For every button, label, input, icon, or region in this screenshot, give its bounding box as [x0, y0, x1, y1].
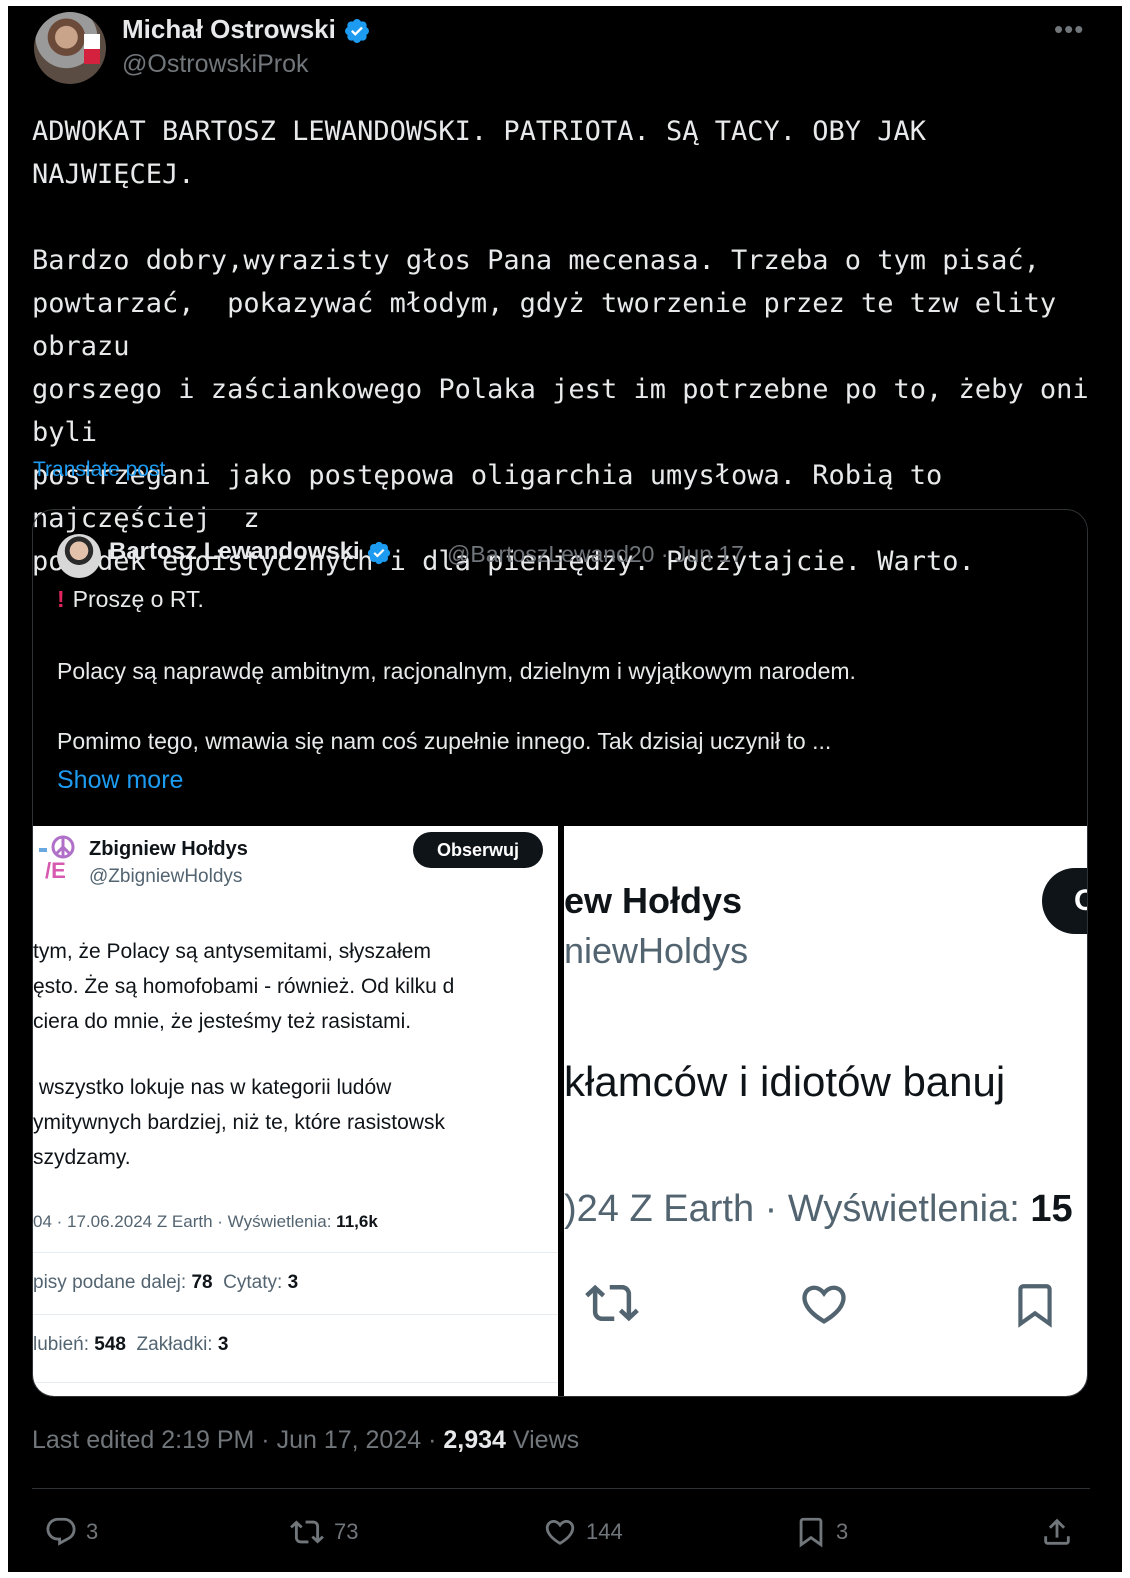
quoted-tweet-card[interactable]: Bartosz Lewandowski @BartoszLewand20 · J…	[32, 509, 1088, 1397]
bookmark-icon	[1018, 1284, 1052, 1328]
embedded-paragraph: tym, że Polacy są antysemitami, słyszałe…	[33, 940, 455, 1033]
quoted-text-line: ! Proszę o RT.	[57, 586, 204, 612]
show-more-link[interactable]: Show more	[57, 766, 183, 795]
like-button[interactable]: 144	[542, 1514, 623, 1550]
quoted-handle-date[interactable]: @BartoszLewand20 · Jun 17	[447, 541, 744, 568]
divider	[33, 1252, 558, 1253]
embedded-follow-button: Obserwuj	[413, 832, 543, 868]
embedded-follow-button: O	[1042, 868, 1087, 934]
exclamation-icon: !	[57, 586, 65, 612]
post-timestamp[interactable]: Last edited 2:19 PM · Jun 17, 2024 · 2,9…	[32, 1426, 579, 1455]
retweet-icon	[585, 1284, 639, 1322]
quoted-text-line: Polacy są naprawdę ambitnym, racjonalnym…	[57, 658, 856, 684]
heart-icon	[802, 1285, 846, 1324]
quoted-author-avatar[interactable]	[57, 534, 101, 578]
share-icon	[1044, 1518, 1070, 1545]
flag-icon	[84, 34, 100, 64]
author-handle[interactable]: @OstrowskiProk	[122, 50, 309, 79]
retweet-icon	[290, 1520, 324, 1544]
quoted-author-name-row[interactable]: Bartosz Lewandowski	[109, 538, 392, 566]
embedded-stats: lubień: 548 Zakładki: 3	[33, 1334, 229, 1355]
divider	[33, 1314, 558, 1315]
share-button[interactable]	[1040, 1514, 1074, 1550]
embedded-author-name: ew Hołdys	[564, 880, 743, 921]
peace-love-logo-icon: /E	[39, 835, 75, 880]
embedded-meta: )24 Z Earth · Wyświetlenia: 15	[564, 1188, 1073, 1230]
repost-button[interactable]: 73	[288, 1514, 358, 1550]
reply-button[interactable]: 3	[44, 1514, 98, 1550]
embedded-author-handle: @ZbigniewHoldys	[89, 866, 243, 887]
bookmark-count: 3	[836, 1519, 849, 1544]
embedded-stats: pisy podane dalej: 78 Cytaty: 3	[33, 1272, 299, 1293]
author-name-row[interactable]: Michał Ostrowski	[122, 14, 371, 45]
views-count: 2,934	[443, 1426, 506, 1454]
bookmark-icon	[799, 1517, 823, 1548]
embedded-meta: 04 · 17.06.2024 Z Earth · Wyświetlenia: …	[33, 1212, 378, 1231]
svg-text:/E: /E	[45, 858, 66, 880]
author-name[interactable]: Michał Ostrowski	[122, 14, 336, 44]
quoted-author-name[interactable]: Bartosz Lewandowski	[109, 538, 360, 565]
heart-icon	[545, 1519, 575, 1545]
more-options-icon[interactable]: •••	[1054, 14, 1084, 45]
repost-count: 73	[334, 1519, 359, 1544]
tweet-frame: Michał Ostrowski @OstrowskiProk ••• ADWO…	[8, 6, 1122, 1572]
embedded-author-name: Zbigniew Hołdys	[89, 838, 248, 860]
embedded-author-handle: niewHoldys	[564, 930, 749, 971]
reply-count: 3	[86, 1519, 99, 1544]
translate-post-link[interactable]: Translate post	[33, 458, 165, 482]
embedded-paragraph: kłamców i idiotów banuj	[564, 1058, 1006, 1105]
reply-icon	[46, 1517, 76, 1546]
quoted-text-line: Pomimo tego, wmawia się nam coś zupełnie…	[57, 728, 832, 754]
verified-badge-icon	[368, 541, 391, 564]
bookmark-button[interactable]: 3	[794, 1514, 848, 1550]
author-avatar[interactable]	[34, 12, 106, 84]
like-count: 144	[586, 1519, 623, 1544]
attached-image-right[interactable]: ew Hołdys niewHoldys O kłamców i idiotów…	[564, 826, 1087, 1396]
verified-badge-icon	[345, 19, 370, 44]
embedded-paragraph: wszystko lokuje nas w kategorii ludów ym…	[33, 1076, 445, 1169]
divider	[33, 1382, 558, 1383]
divider	[32, 1488, 1090, 1489]
attached-image-left[interactable]: /E Zbigniew Hołdys @ZbigniewHoldys Obser…	[33, 826, 558, 1396]
